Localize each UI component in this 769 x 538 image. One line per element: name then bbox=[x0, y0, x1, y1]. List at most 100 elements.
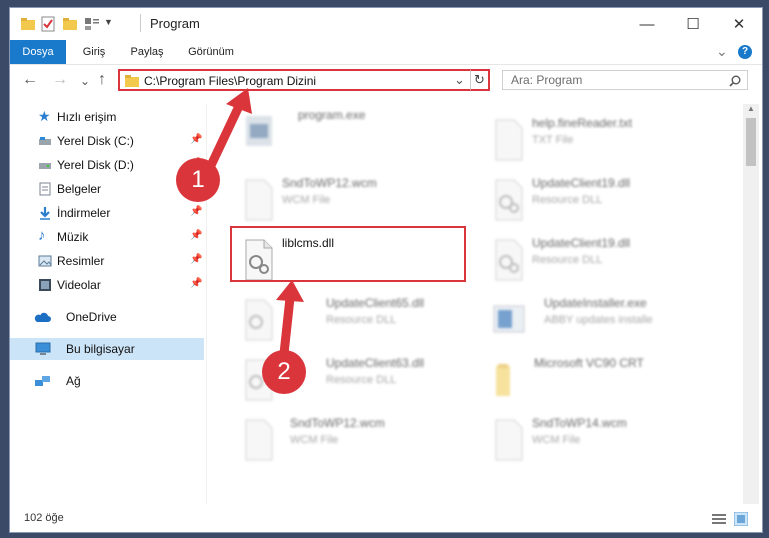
sidebar-item-label: Bu bilgisayar bbox=[66, 342, 135, 356]
installer-icon bbox=[493, 305, 525, 333]
file-item[interactable]: SndToWP12.wcm WCM File bbox=[230, 412, 470, 470]
status-bar: 102 öğe bbox=[10, 504, 762, 532]
help-icon[interactable]: ? bbox=[738, 45, 752, 59]
close-button[interactable]: ✕ bbox=[716, 8, 762, 40]
sidebar-item-documents[interactable]: Belgeler 📌 bbox=[10, 178, 204, 200]
minimize-button[interactable]: — bbox=[624, 8, 670, 40]
document-icon bbox=[39, 182, 51, 196]
sidebar-item-this-pc[interactable]: Bu bilgisayar bbox=[10, 338, 204, 360]
tab-view[interactable]: Görünüm bbox=[180, 40, 242, 64]
search-placeholder: Ara: Program bbox=[511, 73, 583, 87]
sidebar-item-onedrive[interactable]: OneDrive bbox=[10, 306, 204, 328]
maximize-button[interactable]: ☐ bbox=[670, 8, 716, 40]
file-item[interactable]: UpdateClient65.dll Resource DLL bbox=[230, 292, 470, 350]
video-icon bbox=[39, 279, 51, 291]
sidebar-item-label: İndirmeler bbox=[57, 206, 111, 220]
pin-icon[interactable]: 📌 bbox=[190, 254, 202, 265]
cloud-icon bbox=[34, 312, 51, 322]
quick-access-dropdown-icon[interactable]: ▼ bbox=[104, 17, 113, 27]
sidebar-item-videos[interactable]: Videolar 📌 bbox=[10, 274, 204, 296]
file-type: Resource DLL bbox=[532, 254, 603, 266]
sidebar-item-label: Yerel Disk (C:) bbox=[57, 134, 134, 148]
file-name: program.exe bbox=[298, 108, 366, 122]
new-folder-icon[interactable] bbox=[62, 16, 78, 32]
scroll-up-icon[interactable]: ▲ bbox=[747, 104, 755, 113]
file-name: UpdateClient19.dll bbox=[532, 236, 631, 250]
sidebar-item-local-disk-d[interactable]: Yerel Disk (D:) 📌 bbox=[10, 154, 204, 176]
sidebar-item-label: Resimler bbox=[57, 254, 105, 268]
file-item[interactable]: program.exe bbox=[230, 104, 470, 162]
exe-icon bbox=[246, 116, 272, 146]
music-icon: ♪ bbox=[38, 227, 46, 244]
drive-icon bbox=[39, 137, 51, 145]
tab-file[interactable]: Dosya bbox=[10, 40, 66, 64]
file-icon bbox=[245, 419, 273, 461]
pin-icon[interactable]: 📌 bbox=[190, 230, 202, 241]
sidebar-item-quick-access[interactable]: ★ Hızlı erişim bbox=[10, 106, 204, 128]
properties-icon[interactable] bbox=[40, 16, 56, 32]
sidebar-item-music[interactable]: ♪ Müzik 📌 bbox=[10, 226, 204, 248]
file-type: Resource DLL bbox=[532, 194, 603, 206]
file-item[interactable]: help.fineReader.txt TXT File bbox=[480, 112, 720, 170]
scrollbar-thumb[interactable] bbox=[746, 118, 756, 166]
file-type: WCM File bbox=[532, 434, 581, 446]
file-type: WCM File bbox=[290, 434, 339, 446]
file-highlight-box bbox=[230, 226, 466, 282]
text-file-icon bbox=[495, 119, 523, 161]
forward-button[interactable]: → bbox=[52, 71, 68, 89]
file-icon bbox=[245, 179, 273, 221]
file-name: UpdateClient63.dll bbox=[326, 356, 425, 370]
details-view-icon[interactable] bbox=[712, 513, 726, 525]
back-button[interactable]: ← bbox=[22, 71, 38, 89]
item-count: 102 öğe bbox=[24, 512, 64, 524]
file-item[interactable]: UpdateClient19.dll Resource DLL bbox=[480, 232, 720, 290]
vertical-scrollbar[interactable]: ▲ bbox=[743, 104, 759, 504]
file-name: help.fineReader.txt bbox=[532, 116, 633, 130]
file-item[interactable]: UpdateClient19.dll Resource DLL bbox=[480, 172, 720, 230]
file-item[interactable]: SndToWP14.wcm WCM File bbox=[480, 412, 720, 470]
sidebar-item-network[interactable]: Ağ bbox=[10, 370, 204, 392]
up-button[interactable]: ↑ bbox=[98, 71, 106, 89]
pin-icon[interactable]: 📌 bbox=[190, 134, 202, 145]
file-item[interactable]: UpdateInstaller.exe ABBY updates install… bbox=[480, 292, 720, 350]
file-name: UpdateInstaller.exe bbox=[544, 296, 647, 310]
file-type: Resource DLL bbox=[326, 374, 397, 386]
large-icons-view-icon[interactable] bbox=[734, 512, 748, 526]
dll-icon bbox=[495, 179, 523, 221]
sidebar-item-label: Videolar bbox=[57, 278, 101, 292]
sidebar-item-pictures[interactable]: Resimler 📌 bbox=[10, 250, 204, 272]
download-icon bbox=[40, 207, 50, 220]
file-item[interactable]: SndToWP12.wcm WCM File bbox=[230, 172, 470, 230]
file-type: ABBY updates installe bbox=[544, 314, 653, 326]
drive-icon bbox=[39, 163, 51, 169]
sidebar-item-local-disk-c[interactable]: Yerel Disk (C:) 📌 bbox=[10, 130, 204, 152]
refresh-button[interactable]: ↻ bbox=[470, 69, 490, 91]
expand-ribbon-icon[interactable]: ⌄ bbox=[716, 43, 728, 60]
sidebar-item-label: Ağ bbox=[66, 374, 81, 388]
pin-icon[interactable]: 📌 bbox=[190, 206, 202, 217]
pin-icon[interactable]: 📌 bbox=[190, 278, 202, 289]
computer-icon bbox=[35, 342, 51, 355]
address-dropdown-icon[interactable]: ⌄ bbox=[454, 72, 465, 88]
dll-icon bbox=[495, 239, 523, 281]
file-name: SndToWP12.wcm bbox=[282, 176, 377, 190]
sidebar-item-label: Yerel Disk (D:) bbox=[57, 158, 134, 172]
explorer-window: ▼ Program — ☐ ✕ Dosya Giriş Paylaş Görün… bbox=[10, 8, 762, 532]
file-name: Microsoft VC90 CRT bbox=[534, 356, 644, 370]
folder-icon[interactable] bbox=[20, 16, 36, 32]
address-text: C:\Program Files\Program Dizini bbox=[144, 74, 317, 88]
file-name: UpdateClient19.dll bbox=[532, 176, 631, 190]
ribbon: Dosya Giriş Paylaş Görünüm ⌄ ? bbox=[10, 40, 762, 65]
sidebar-item-label: OneDrive bbox=[66, 310, 117, 324]
address-bar[interactable]: C:\Program Files\Program Dizini ⌄ bbox=[118, 69, 490, 91]
recent-locations-button[interactable]: ⌄ bbox=[80, 74, 90, 88]
folder-icon bbox=[496, 364, 510, 396]
title-bar: ▼ Program — ☐ ✕ bbox=[10, 8, 762, 40]
customize-toolbar-icon[interactable] bbox=[84, 16, 100, 32]
search-box[interactable]: Ara: Program bbox=[502, 70, 748, 90]
tab-home[interactable]: Giriş bbox=[72, 40, 116, 64]
sidebar-item-downloads[interactable]: İndirmeler 📌 bbox=[10, 202, 204, 224]
tab-share[interactable]: Paylaş bbox=[122, 40, 172, 64]
file-item[interactable]: Microsoft VC90 CRT bbox=[480, 352, 720, 410]
file-name: SndToWP14.wcm bbox=[532, 416, 627, 430]
